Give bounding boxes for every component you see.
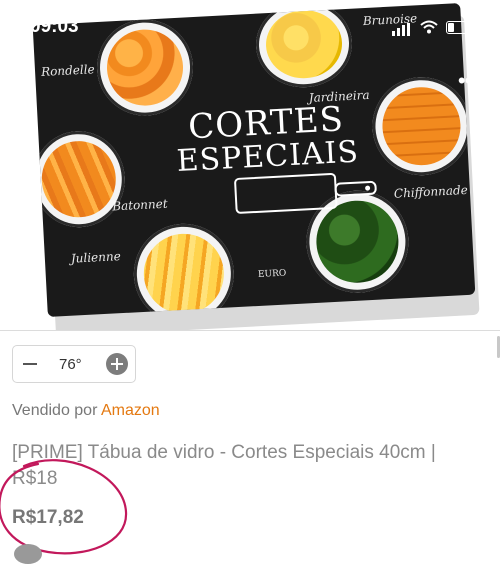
signal-icon [392, 18, 412, 36]
cutting-board-icon [234, 172, 377, 214]
battery-level [448, 22, 454, 32]
brand-mark: EURO [257, 268, 287, 280]
label-chiffonnade: Chiffonnade [393, 182, 469, 201]
back-button[interactable] [16, 64, 38, 94]
label-rondelle: Rondelle [40, 62, 95, 80]
label-julienne: Julienne [70, 249, 122, 266]
status-bar: 09:03 [0, 0, 500, 56]
battery-icon [446, 20, 475, 34]
bowl-julienne [131, 221, 237, 317]
quantity-stepper: 76° [12, 345, 136, 383]
status-time: 09:03 [30, 16, 79, 37]
sold-by-prefix: Vendido por [12, 402, 98, 419]
avatar [14, 544, 42, 564]
decrement-button[interactable] [23, 363, 37, 365]
bowl-batonnet [32, 128, 128, 230]
increment-button[interactable] [106, 353, 128, 375]
more-options-button[interactable]: ••• [457, 68, 479, 94]
sold-by: Vendido por Amazon [12, 402, 160, 420]
seller-link[interactable]: Amazon [101, 402, 160, 419]
section-divider [0, 330, 500, 331]
wifi-icon [420, 20, 438, 34]
more-dots-icon: ••• [457, 68, 479, 93]
quantity-value[interactable]: 76° [59, 356, 82, 373]
product-price: R$17,82 [12, 507, 84, 528]
product-title: [PRIME] Tábua de vidro - Cortes Especiai… [12, 442, 436, 489]
status-icons [392, 18, 475, 36]
chevron-left-icon [19, 65, 34, 93]
label-batonnet: Batonnet [111, 196, 168, 214]
